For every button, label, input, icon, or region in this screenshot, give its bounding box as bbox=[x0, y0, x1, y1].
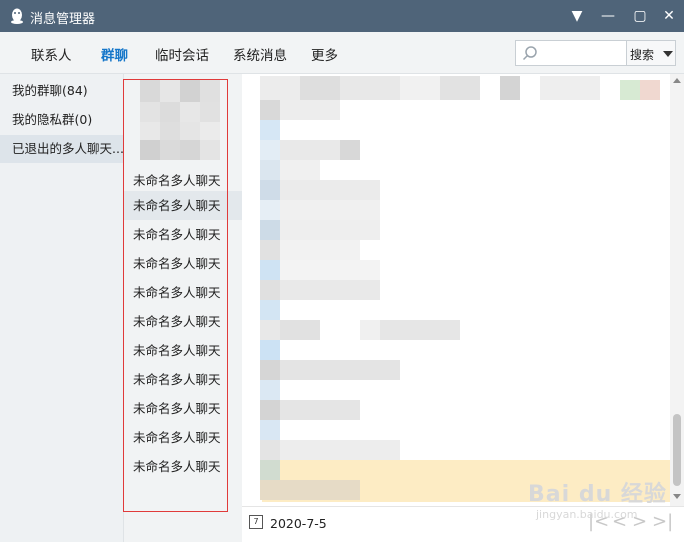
search-input[interactable] bbox=[542, 43, 626, 63]
tab-more[interactable]: 更多 bbox=[311, 44, 338, 64]
chevron-down-icon[interactable] bbox=[663, 51, 673, 57]
minimize-button[interactable]: — bbox=[595, 4, 621, 28]
search-button-label: 搜索 bbox=[630, 48, 655, 62]
message-history-area bbox=[242, 74, 670, 506]
group-list-item[interactable]: 未命名多人聊天 bbox=[124, 394, 242, 423]
baidu-jingyan-watermark: Bai du 经验 jingyan.baidu.com bbox=[528, 476, 667, 521]
close-button[interactable]: ✕ bbox=[656, 4, 682, 28]
group-list-item[interactable]: 未命名多人聊天 bbox=[124, 278, 242, 307]
scrollbar-thumb[interactable] bbox=[673, 414, 681, 486]
sidebar-item-private-groups[interactable]: 我的隐私群(0) bbox=[0, 106, 123, 134]
watermark-sub-text: jingyan.baidu.com bbox=[536, 508, 638, 521]
window-title: 消息管理器 bbox=[30, 12, 96, 27]
title-bar: 消息管理器 ▼ — ▢ ✕ bbox=[0, 0, 684, 32]
tab-contacts[interactable]: 联系人 bbox=[31, 44, 72, 64]
group-list-item[interactable]: 未命名多人聊天 bbox=[124, 164, 242, 188]
search-icon bbox=[522, 46, 537, 61]
sidebar-item-exited-chats[interactable]: 已退出的多人聊天... bbox=[0, 135, 123, 163]
tab-group-chat[interactable]: 群聊 bbox=[101, 44, 128, 64]
search-button[interactable]: 搜索 bbox=[626, 40, 676, 66]
vertical-scrollbar[interactable] bbox=[670, 74, 684, 506]
qq-penguin-icon bbox=[11, 8, 23, 24]
current-date: 2020-7-5 bbox=[270, 516, 327, 531]
group-list-item[interactable]: 未命名多人聊天 bbox=[124, 423, 242, 452]
tab-system-messages[interactable]: 系统消息 bbox=[233, 44, 287, 64]
group-list-item[interactable]: 未命名多人聊天 bbox=[124, 307, 242, 336]
scroll-down-arrow-icon[interactable] bbox=[673, 494, 681, 499]
group-list-item[interactable]: 未命名多人聊天 bbox=[124, 249, 242, 278]
group-list-item[interactable]: 未命名多人聊天 bbox=[124, 220, 242, 249]
sidebar-item-my-groups[interactable]: 我的群聊(84) bbox=[0, 77, 123, 105]
maximize-button[interactable]: ▢ bbox=[627, 4, 653, 28]
calendar-icon[interactable]: 7 bbox=[249, 515, 263, 529]
group-list-item[interactable]: 未命名多人聊天 bbox=[124, 452, 242, 481]
menu-dropdown-button[interactable]: ▼ bbox=[564, 4, 590, 28]
watermark-main-text: Bai du 经验 bbox=[528, 482, 667, 507]
group-list: 未命名多人聊天 未命名多人聊天 未命名多人聊天 未命名多人聊天 未命名多人聊天 … bbox=[124, 74, 242, 542]
group-list-item[interactable]: 未命名多人聊天 bbox=[124, 191, 242, 220]
blurred-group-entries bbox=[124, 74, 242, 174]
message-manager-window: 消息管理器 ▼ — ▢ ✕ 联系人 群聊 临时会话 系统消息 更多 搜索 我的群… bbox=[0, 0, 684, 542]
group-category-sidebar: 我的群聊(84) 我的隐私群(0) 已退出的多人聊天... bbox=[0, 74, 124, 542]
scroll-up-arrow-icon[interactable] bbox=[673, 78, 681, 83]
group-list-item[interactable]: 未命名多人聊天 bbox=[124, 336, 242, 365]
group-list-item[interactable]: 未命名多人聊天 bbox=[124, 365, 242, 394]
tab-temp-chat[interactable]: 临时会话 bbox=[155, 44, 209, 64]
search-box[interactable] bbox=[515, 40, 627, 66]
